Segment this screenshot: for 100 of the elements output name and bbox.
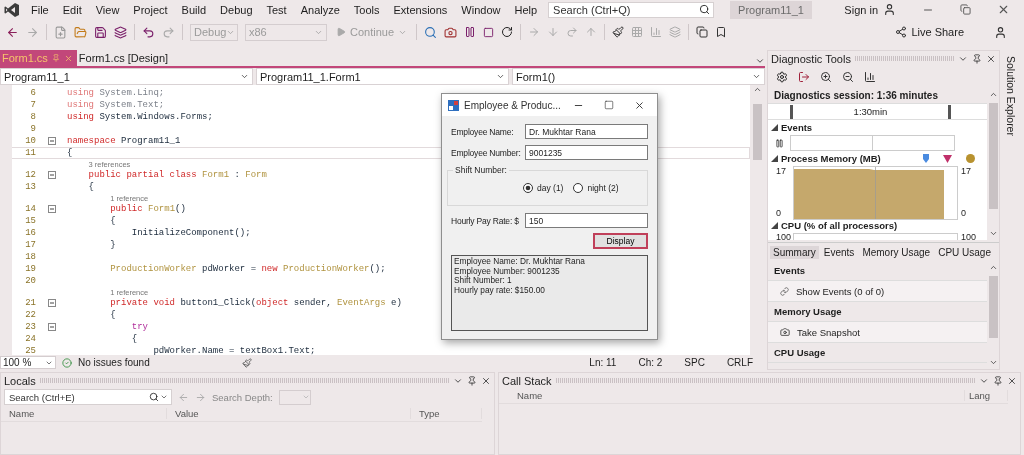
user-icon[interactable] [883,3,896,16]
brush-icon[interactable] [612,26,625,38]
side-tab[interactable]: Solution Explorer [1005,56,1017,136]
bookmark-icon[interactable] [715,26,728,38]
save-all-icon[interactable] [114,25,127,39]
sign-in-link[interactable]: Sign in [844,3,878,16]
column-header[interactable]: Name [1,408,167,419]
folder-icon[interactable] [74,25,87,39]
diagnostic-tab[interactable]: Memory Usage [859,245,934,259]
search-field[interactable]: Search (Ctrl+Q) [548,1,715,18]
menu-item[interactable]: Extensions [386,3,455,16]
collapse-icon[interactable] [47,137,56,145]
menu-item[interactable]: Build [174,3,214,16]
scroll-down-icon[interactable] [988,358,998,367]
input-field[interactable]: 150 [525,213,648,228]
collapse-triangle-icon[interactable] [771,221,778,229]
issues-status[interactable]: No issues found [78,357,150,368]
close-icon[interactable] [1007,375,1017,386]
menu-item[interactable]: Analyze [293,3,347,16]
collapse-icon[interactable] [47,205,56,213]
menu-item[interactable]: Debug [213,3,260,16]
scroll-thumb[interactable] [753,104,762,160]
chart-icon[interactable] [864,71,876,83]
navigation-dropdown[interactable]: Program11_1.Form1 [256,68,509,85]
diagnostic-tab[interactable]: Summary [770,245,819,259]
link-icon [780,286,789,296]
line-number: 25 [24,346,36,355]
column-header[interactable]: Value [167,408,411,419]
search-field[interactable]: Search (Ctrl+E) [4,389,172,405]
menu-item[interactable]: Edit [55,3,89,16]
menu-item[interactable]: File [24,3,56,16]
menu-item[interactable]: Window [454,3,508,16]
scrollbar[interactable] [750,85,765,355]
close-icon[interactable] [997,3,1010,16]
radio-button[interactable] [523,183,533,193]
timeline-handle[interactable] [948,104,951,119]
live-share-button[interactable]: Live Share [893,26,966,38]
column-header[interactable]: Lang [965,390,1008,401]
pin-icon[interactable] [993,375,1003,386]
diagnostic-tab[interactable]: CPU Usage [935,245,994,259]
menu-item[interactable]: Project [126,3,175,16]
back-icon[interactable] [6,25,19,39]
zoom-out-icon[interactable] [842,71,854,83]
summary-action[interactable]: Take Snapshot [768,322,987,343]
menu-item[interactable]: View [88,3,127,16]
stop-icon[interactable] [483,26,495,38]
feedback-icon[interactable] [994,25,1007,39]
output-line: Employee Name: Dr. Mukhtar Rana [454,257,586,267]
menu-item[interactable]: Test [259,3,294,16]
collapse-icon[interactable] [47,323,56,331]
logo-icon[interactable] [4,1,20,18]
close-icon[interactable] [986,53,996,64]
collapse-triangle-icon[interactable] [771,155,778,163]
zoom-dropdown[interactable]: 100 % [0,356,56,369]
restore-icon[interactable] [960,4,971,15]
diagnostic-tab[interactable]: Events [820,245,858,259]
scroll-thumb[interactable] [988,276,998,338]
pause-icon[interactable] [464,26,477,38]
new-file-icon[interactable] [54,25,67,39]
copy-icon[interactable] [696,26,709,38]
pause-icon[interactable] [775,138,784,148]
output-line: Employee Number: 9001235 [454,266,561,277]
save-icon[interactable] [94,25,107,39]
column-header[interactable]: Type [411,408,482,419]
find-icon[interactable] [424,25,438,39]
zoom-in-icon[interactable] [820,71,832,83]
summary-action[interactable]: Show Events (0 of 0) [768,281,987,302]
maximize-icon[interactable] [604,99,614,110]
column-header[interactable]: Name [499,390,965,401]
menu-item[interactable]: Help [507,3,545,16]
dropdown-icon[interactable] [755,56,765,66]
line-number: 17 [24,240,36,250]
export-icon[interactable] [798,71,810,83]
scroll-up-icon[interactable] [753,85,762,94]
document-tab[interactable]: Form1.cs [Design] [76,50,173,66]
restart-icon[interactable] [501,26,514,38]
brush-icon[interactable] [241,357,252,368]
navigation-dropdown[interactable]: Program11_1 [0,68,253,85]
timeline-handle[interactable] [790,104,793,119]
collapse-icon[interactable] [47,171,56,179]
undo-icon[interactable] [142,25,155,39]
scroll-up-icon[interactable] [988,263,998,272]
pin-icon[interactable] [51,54,60,62]
scroll-thumb[interactable] [988,103,998,209]
collapse-triangle-icon[interactable] [771,124,778,132]
navigation-dropdown[interactable]: Form1() [512,68,765,85]
radio-button[interactable] [573,183,584,193]
settings-icon[interactable] [776,71,788,83]
close-icon[interactable] [481,375,491,386]
pin-icon[interactable] [972,53,982,64]
close-icon[interactable] [634,99,645,111]
collapse-icon[interactable] [47,299,56,307]
menu-item[interactable]: Tools [346,3,387,16]
scroll-down-icon[interactable] [988,229,998,238]
input-field[interactable]: 9001235 [525,145,648,160]
camera-icon[interactable] [444,25,458,39]
display-button[interactable]: Display [593,233,648,249]
input-field[interactable]: Dr. Mukhtar Rana [525,124,648,139]
pin-icon[interactable] [467,375,477,386]
scroll-up-icon[interactable] [988,90,998,99]
